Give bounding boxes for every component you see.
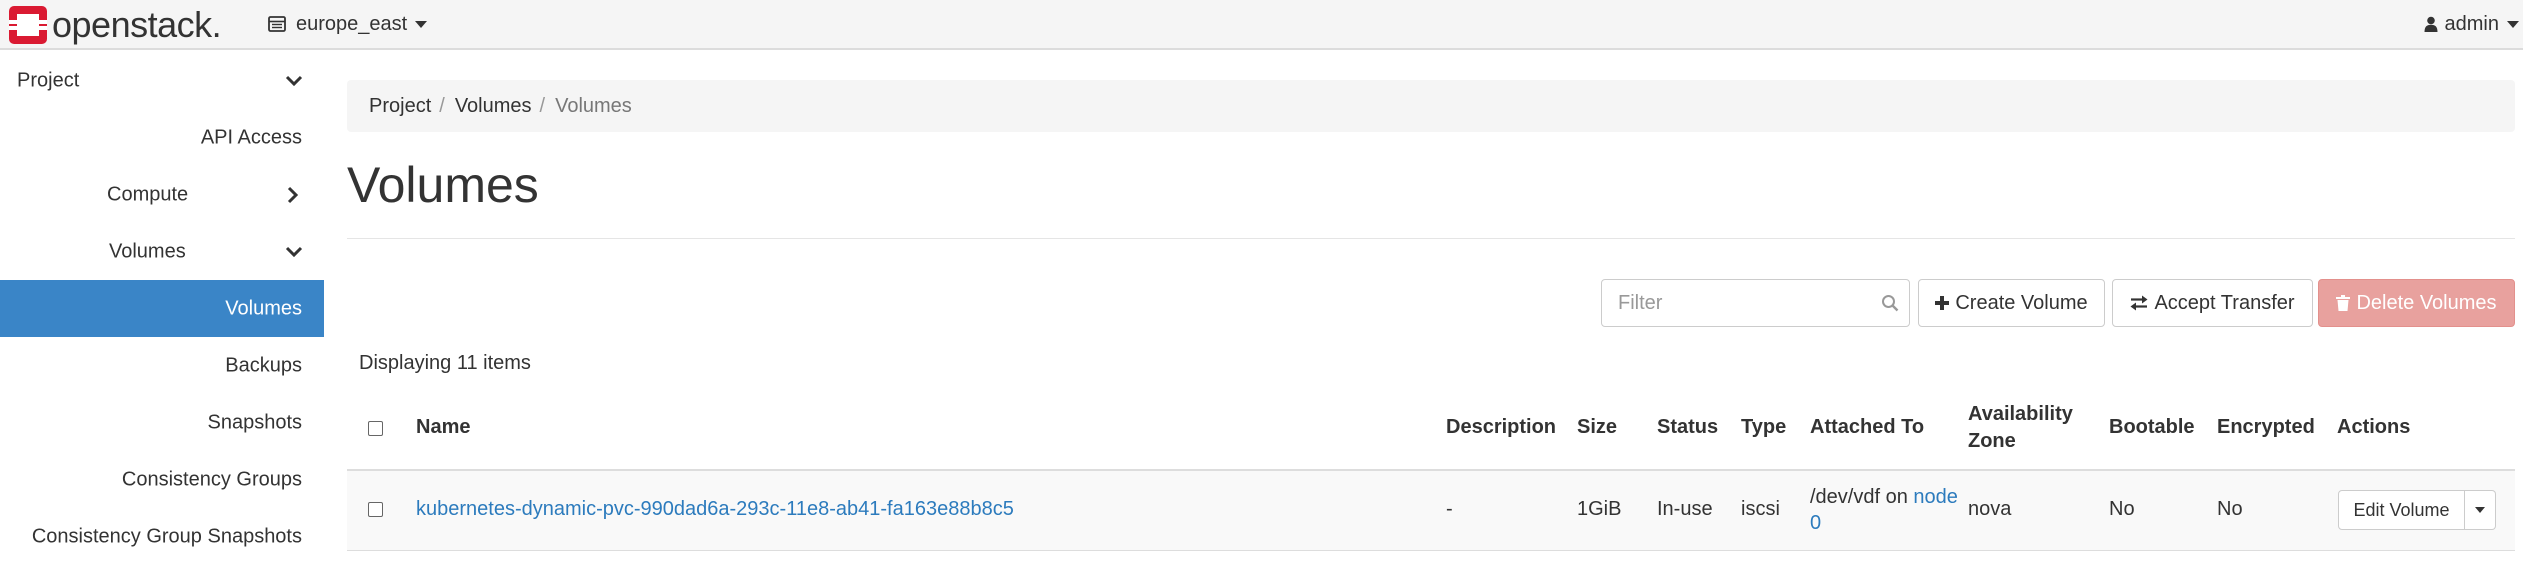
sidebar-item-volumes-group[interactable]: Volumes (0, 223, 324, 280)
volume-type: iscsi (1741, 498, 1780, 520)
sidebar-item-label: Consistency Groups (121, 468, 302, 490)
breadcrumb-project[interactable]: Project (369, 95, 431, 118)
column-header-attached-to[interactable]: Attached To (1810, 416, 1924, 439)
filter-field[interactable] (1601, 279, 1910, 327)
sidebar-item-label: Consistency Group Snapshots (31, 525, 302, 547)
caret-down-icon (2507, 20, 2519, 28)
column-header-bootable[interactable]: Bootable (2109, 416, 2195, 439)
chevron-right-icon (287, 186, 299, 203)
column-header-encrypted[interactable]: Encrypted (2217, 416, 2315, 439)
row-checkbox[interactable] (368, 502, 383, 517)
region-name: europe_east (296, 12, 408, 35)
top-navbar: openstack. europe_east admin (0, 0, 2523, 50)
title-divider (347, 238, 2515, 239)
exchange-icon (2130, 295, 2148, 311)
caret-down-icon (415, 20, 428, 28)
breadcrumb-separator: / (539, 94, 546, 117)
delete-volumes-label: Delete Volumes (2356, 291, 2497, 314)
sidebar-item-label: API Access (200, 126, 302, 148)
trash-icon (2336, 295, 2351, 311)
sidebar-item-api-access[interactable]: API Access (0, 109, 324, 166)
breadcrumb-separator: / (439, 94, 445, 117)
chevron-down-icon (285, 246, 303, 257)
actions-dropdown-toggle[interactable] (2465, 490, 2496, 530)
create-volume-button[interactable]: Create Volume (1918, 279, 2105, 327)
column-header-name[interactable]: Name (416, 416, 470, 439)
column-header-availability-zone-line2: Zone (1968, 430, 2016, 452)
column-header-size[interactable]: Size (1577, 416, 1617, 439)
sidebar-item-label: Compute (107, 183, 189, 205)
sidebar: Project API Access Compute Volumes Volum… (0, 52, 324, 565)
sidebar-item-label: Volumes (109, 240, 186, 262)
column-header-type[interactable]: Type (1741, 416, 1786, 439)
sidebar-item-consistency-group-snapshots[interactable]: Consistency Group Snapshots (0, 508, 324, 565)
user-icon (2424, 16, 2438, 32)
page-title: Volumes (347, 157, 539, 213)
column-header-availability-zone[interactable]: Availability (1968, 403, 2073, 426)
create-volume-label: Create Volume (1955, 291, 2088, 314)
region-selector[interactable]: europe_east (268, 0, 428, 48)
volume-attached-to: /dev/vdf on node0 (1810, 484, 1960, 536)
sidebar-item-consistency-groups[interactable]: Consistency Groups (0, 451, 324, 508)
sidebar-item-project[interactable]: Project (0, 52, 324, 109)
user-name: admin (2444, 12, 2499, 35)
caret-down-icon (2475, 507, 2485, 513)
sidebar-item-snapshots[interactable]: Snapshots (0, 394, 324, 451)
item-count: Displaying 11 items (359, 352, 531, 374)
brand-name: openstack. (52, 4, 222, 45)
edit-volume-button[interactable]: Edit Volume (2338, 490, 2465, 530)
volume-size: 1GiB (1577, 498, 1622, 520)
sidebar-item-label: Backups (225, 354, 302, 376)
user-menu[interactable]: admin (2424, 0, 2519, 48)
column-header-description[interactable]: Description (1446, 416, 1556, 439)
accept-transfer-button[interactable]: Accept Transfer (2112, 279, 2313, 327)
volume-availability-zone: nova (1968, 498, 2012, 520)
column-header-actions: Actions (2337, 416, 2411, 438)
volume-description: - (1446, 498, 1453, 520)
breadcrumb-current: Volumes (555, 94, 632, 117)
volume-status: In-use (1657, 498, 1713, 520)
sidebar-item-label: Project (17, 69, 80, 91)
openstack-logo[interactable]: openstack. (8, 2, 222, 48)
sidebar-item-compute[interactable]: Compute (0, 166, 324, 223)
accept-transfer-label: Accept Transfer (2154, 291, 2295, 314)
row-actions: Edit Volume (2338, 490, 2496, 530)
filter-input[interactable] (1618, 280, 1858, 326)
sidebar-item-volumes[interactable]: Volumes (0, 280, 324, 337)
sidebar-item-backups[interactable]: Backups (0, 337, 324, 394)
openstack-logo-icon (9, 6, 47, 44)
volume-encrypted: No (2217, 498, 2243, 520)
chevron-down-icon (285, 75, 303, 86)
breadcrumb-volumes[interactable]: Volumes (455, 95, 532, 118)
breadcrumb: Project / Volumes / Volumes (347, 80, 2515, 132)
attached-device: /dev/vdf on (1810, 486, 1914, 508)
volume-bootable: No (2109, 498, 2135, 520)
select-all-checkbox[interactable] (368, 421, 383, 436)
column-header-status[interactable]: Status (1657, 416, 1718, 439)
volume-name-link[interactable]: kubernetes-dynamic-pvc-990dad6a-293c-11e… (416, 498, 1014, 521)
delete-volumes-button[interactable]: Delete Volumes (2318, 279, 2515, 327)
server-icon (268, 16, 286, 32)
search-icon (1882, 295, 1899, 312)
sidebar-item-label: Snapshots (207, 411, 302, 433)
plus-icon (1935, 296, 1950, 310)
sidebar-item-label: Volumes (225, 297, 302, 319)
